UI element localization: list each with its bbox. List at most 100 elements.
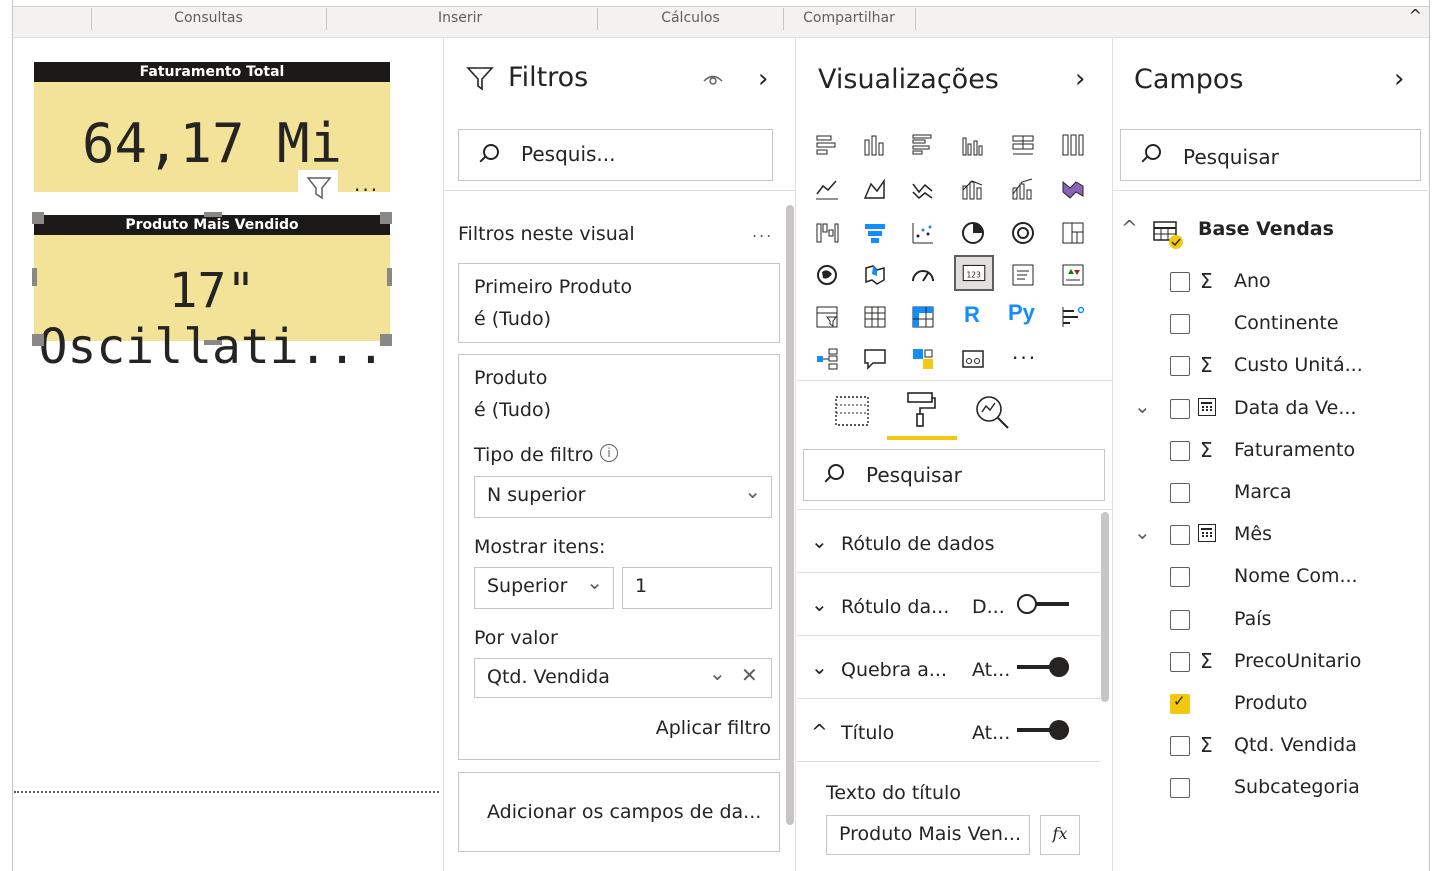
field-item[interactable]: Nome Com...	[1114, 558, 1430, 600]
matrix-icon[interactable]	[910, 304, 936, 330]
line-and-stacked-column-icon[interactable]	[960, 176, 986, 202]
field-item[interactable]: Continente	[1114, 305, 1430, 347]
filters-more-icon[interactable]: ...	[752, 222, 773, 241]
filters-search-input[interactable]: Pesquis...	[458, 129, 773, 181]
slicer-icon[interactable]	[814, 304, 840, 330]
eye-icon[interactable]	[702, 70, 724, 92]
by-value-field-well[interactable]: Qtd. Vendida ⌄ ✕	[474, 658, 772, 698]
fields-tab-icon[interactable]	[834, 393, 870, 433]
field-item[interactable]: Σ Ano	[1114, 263, 1430, 305]
format-section-word-wrap[interactable]: ⌄ Quebra a... At...	[797, 637, 1100, 699]
resize-handle[interactable]	[380, 212, 392, 224]
format-section-category-label[interactable]: ⌄ Rótulo da... D...	[797, 574, 1100, 636]
show-items-select[interactable]: Superior ⌄	[474, 567, 614, 609]
map-icon[interactable]	[814, 262, 840, 288]
collapse-filters-icon[interactable]: ›	[758, 64, 768, 94]
field-item[interactable]: Σ Custo Unitá...	[1114, 347, 1430, 389]
title-text-input[interactable]: Produto Mais Ven...	[826, 815, 1030, 855]
format-search-input[interactable]: Pesquisar	[803, 449, 1105, 501]
multi-row-card-icon[interactable]	[1010, 262, 1036, 288]
filter-type-select[interactable]: N superior ⌄	[474, 476, 772, 518]
stacked-bar-chart-icon[interactable]	[814, 132, 840, 158]
clustered-bar-chart-icon[interactable]	[910, 132, 936, 158]
chevron-down-icon[interactable]: ⌄	[1134, 394, 1151, 418]
table-name[interactable]: Base Vendas	[1198, 218, 1334, 240]
collapse-ribbon-icon[interactable]: ^	[1409, 6, 1422, 25]
donut-chart-icon[interactable]	[1010, 220, 1036, 246]
pie-chart-icon[interactable]	[960, 220, 986, 246]
info-icon[interactable]: i	[600, 444, 618, 462]
resize-handle[interactable]	[380, 334, 392, 346]
field-item[interactable]: ⌄ Mês	[1114, 516, 1430, 558]
toggle-switch-on[interactable]	[1017, 657, 1069, 677]
resize-handle[interactable]	[32, 334, 44, 346]
funnel-chart-icon[interactable]	[862, 220, 888, 246]
field-checkbox[interactable]	[1170, 651, 1190, 672]
visual-more-options-icon[interactable]: ...	[354, 172, 379, 196]
field-item[interactable]: ⌄ Data da Ve...	[1114, 390, 1430, 432]
qna-icon[interactable]	[862, 346, 888, 372]
100-stacked-column-chart-icon[interactable]	[1060, 132, 1086, 158]
card-produto-mais-vendido[interactable]: Produto Mais Vendido 17" Oscillati...	[34, 215, 390, 375]
decomposition-tree-icon[interactable]	[814, 346, 840, 372]
fields-search-input[interactable]: Pesquisar	[1120, 129, 1421, 181]
stacked-area-chart-icon[interactable]	[910, 176, 936, 202]
apply-filter-button[interactable]: Aplicar filtro	[656, 717, 771, 739]
gauge-icon[interactable]	[910, 262, 936, 288]
collapse-visualizations-icon[interactable]: ›	[1075, 64, 1085, 94]
field-item[interactable]: Σ Faturamento	[1114, 432, 1430, 474]
ribbon-group-compartilhar[interactable]: Compartilhar	[783, 8, 916, 30]
field-checkbox[interactable]	[1170, 525, 1190, 546]
chevron-down-icon[interactable]: ⌄	[709, 661, 726, 685]
table-icon[interactable]	[862, 304, 888, 330]
card-visual-icon[interactable]: 123	[954, 255, 994, 291]
resize-handle[interactable]	[204, 340, 222, 345]
key-influencers-icon[interactable]	[1060, 304, 1086, 330]
field-checkbox[interactable]	[1170, 778, 1190, 799]
chevron-up-icon[interactable]: ^	[1121, 216, 1138, 240]
toggle-switch-on[interactable]	[1017, 720, 1069, 740]
more-visuals-icon[interactable]: ...	[1012, 340, 1046, 366]
treemap-icon[interactable]	[1060, 220, 1086, 246]
field-checkbox[interactable]	[1170, 483, 1190, 503]
field-checkbox[interactable]	[1170, 314, 1190, 335]
remove-field-icon[interactable]: ✕	[741, 663, 758, 687]
field-checkbox[interactable]	[1170, 440, 1190, 461]
ribbon-chart-icon[interactable]	[1060, 176, 1086, 202]
analytics-magnifier-icon[interactable]	[972, 392, 1012, 436]
field-item[interactable]: Subcategoria	[1114, 769, 1430, 811]
format-scrollbar[interactable]	[1101, 512, 1109, 702]
line-chart-icon[interactable]	[814, 176, 840, 202]
field-item[interactable]: Marca	[1114, 474, 1430, 516]
field-checkbox[interactable]	[1170, 736, 1190, 757]
100-stacked-bar-chart-icon[interactable]	[1010, 132, 1036, 158]
visual-filter-icon[interactable]	[298, 170, 338, 200]
python-visual-icon[interactable]: Py	[1008, 300, 1042, 326]
format-section-title[interactable]: ^ Título At...	[797, 700, 1100, 762]
stacked-column-chart-icon[interactable]	[862, 132, 888, 158]
kpi-icon[interactable]	[1060, 262, 1086, 288]
chevron-down-icon[interactable]: ⌄	[1134, 520, 1151, 544]
resize-handle[interactable]	[204, 212, 222, 217]
filled-map-icon[interactable]	[862, 262, 888, 288]
field-item[interactable]: País	[1114, 601, 1430, 643]
waterfall-chart-icon[interactable]	[814, 220, 840, 246]
fx-conditional-format-button[interactable]: fx	[1040, 815, 1080, 855]
toggle-switch-off[interactable]	[1017, 594, 1069, 614]
add-fields-well[interactable]: Adicionar os campos de da...	[458, 772, 780, 852]
show-items-count-input[interactable]: 1	[622, 567, 772, 609]
filters-scrollbar[interactable]	[786, 205, 794, 825]
clustered-column-chart-icon[interactable]	[960, 132, 986, 158]
resize-handle[interactable]	[32, 268, 37, 286]
field-checkbox[interactable]	[1170, 567, 1190, 588]
format-section-data-label[interactable]: ⌄ Rótulo de dados	[797, 511, 1100, 573]
field-checkbox[interactable]	[1170, 609, 1190, 630]
field-checkbox[interactable]	[1170, 356, 1190, 377]
ribbon-group-inserir[interactable]: Inserir	[326, 8, 598, 30]
ribbon-group-consultas[interactable]: Consultas	[91, 8, 327, 30]
field-item[interactable]: Σ Qtd. Vendida	[1114, 727, 1430, 769]
filter-card-primeiro-produto[interactable]: Primeiro Produto é (Tudo)	[458, 263, 780, 343]
collapse-fields-icon[interactable]: ›	[1394, 64, 1404, 94]
scatter-chart-icon[interactable]	[910, 220, 936, 246]
field-item[interactable]: Σ PrecoUnitario	[1114, 643, 1430, 685]
